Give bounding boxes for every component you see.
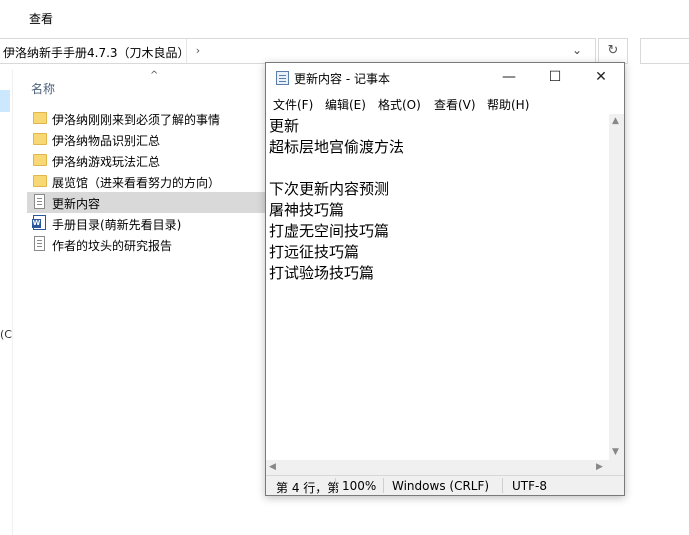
text-line: 打远征技巧篇: [269, 243, 360, 261]
file-name: 展览馆（进来看看努力的方向）: [52, 176, 221, 190]
folder-icon: [33, 112, 47, 124]
list-item[interactable]: 伊洛纳游戏玩法汇总: [27, 150, 270, 171]
text-line: 超标层地宫偷渡方法: [269, 138, 405, 156]
list-item[interactable]: 伊洛纳物品识别汇总: [27, 129, 270, 150]
notepad-window[interactable]: 更新内容 - 记事本 — ☐ ✕ 文件(F) 编辑(E) 格式(O) 查看(V)…: [265, 62, 625, 496]
menu-view[interactable]: 查看(V): [434, 96, 476, 113]
status-line-ending: Windows (CRLF): [392, 479, 490, 493]
text-line: 屠神技巧篇: [269, 201, 345, 219]
list-item-selected[interactable]: 更新内容: [27, 192, 270, 213]
ribbon-tab-view[interactable]: 查看: [29, 10, 53, 27]
navigation-pane[interactable]: (C: [0, 70, 13, 535]
maximize-button[interactable]: ☐: [532, 63, 578, 93]
sort-up-icon: ^: [150, 70, 159, 81]
file-name: 更新内容: [52, 197, 101, 211]
status-divider: [502, 478, 503, 493]
address-bar[interactable]: 伊洛纳新手手册4.7.3（刀木良品） › ⌄: [0, 38, 596, 64]
menu-file[interactable]: 文件(F): [273, 96, 313, 113]
list-item[interactable]: W 手册目录(萌新先看目录): [27, 213, 270, 234]
text-line: 打试验场技巧篇: [269, 264, 375, 282]
status-zoom: 100%: [342, 479, 377, 493]
address-path[interactable]: 伊洛纳新手手册4.7.3（刀木良品）: [3, 44, 190, 61]
text-line: 下次更新内容预测: [269, 180, 390, 198]
folder-icon: [33, 133, 47, 145]
folder-icon: [33, 154, 47, 166]
ribbon: 查看: [0, 0, 689, 34]
notepad-title-bar[interactable]: 更新内容 - 记事本 — ☐ ✕: [266, 63, 624, 93]
nav-selected-item[interactable]: [0, 90, 10, 112]
list-item[interactable]: 伊洛纳刚刚来到必须了解的事情: [27, 108, 270, 129]
menu-help[interactable]: 帮助(H): [487, 96, 529, 113]
status-bar: 第 4 行，第 100% Windows (CRLF) UTF-8: [266, 475, 624, 495]
refresh-button[interactable]: ↻: [598, 38, 628, 64]
search-input[interactable]: [640, 38, 689, 64]
chevron-down-icon[interactable]: ⌄: [572, 43, 582, 57]
menu-format[interactable]: 格式(O): [378, 96, 421, 113]
menu-bar: 文件(F) 编辑(E) 格式(O) 查看(V) 帮助(H): [266, 93, 624, 113]
file-name: 手册目录(萌新先看目录): [52, 218, 182, 232]
nav-item-fragment[interactable]: (C: [0, 328, 12, 341]
close-button[interactable]: ✕: [578, 63, 624, 93]
list-item[interactable]: 展览馆（进来看看努力的方向）: [27, 171, 270, 192]
text-file-icon: [34, 194, 45, 209]
notepad-icon: [276, 71, 289, 85]
file-name: 作者的坟头的研究报告: [52, 239, 173, 253]
text-line: 更新: [269, 117, 300, 135]
minimize-button[interactable]: —: [486, 63, 532, 93]
column-header-name[interactable]: 名称: [31, 80, 55, 97]
horizontal-scrollbar[interactable]: ◀ ▶: [266, 460, 609, 475]
status-divider: [383, 478, 384, 493]
chevron-right-icon[interactable]: ›: [186, 39, 209, 63]
file-name: 伊洛纳刚刚来到必须了解的事情: [52, 113, 221, 127]
status-encoding: UTF-8: [512, 479, 547, 493]
file-name: 伊洛纳物品识别汇总: [52, 134, 161, 148]
vertical-scrollbar[interactable]: ▲ ▼: [609, 114, 624, 460]
list-item[interactable]: 作者的坟头的研究报告: [27, 234, 270, 255]
text-line: 打虚无空间技巧篇: [269, 222, 390, 240]
window-title: 更新内容 - 记事本: [294, 72, 390, 86]
status-position: 第 4 行，第: [276, 481, 340, 495]
scrollbar-corner: [609, 460, 624, 475]
scroll-left-icon[interactable]: ◀: [269, 462, 276, 472]
scroll-right-icon[interactable]: ▶: [596, 462, 603, 472]
file-name: 伊洛纳游戏玩法汇总: [52, 155, 161, 169]
text-editor[interactable]: 更新 超标层地宫偷渡方法 下次更新内容预测 屠神技巧篇 打虚无空间技巧篇 打远征…: [266, 114, 609, 460]
menu-edit[interactable]: 编辑(E): [325, 96, 366, 113]
word-file-icon: W: [32, 215, 46, 230]
text-file-icon: [34, 236, 45, 251]
scroll-down-icon[interactable]: ▼: [612, 447, 619, 457]
scroll-up-icon[interactable]: ▲: [612, 116, 619, 126]
status-divider: [335, 478, 336, 493]
folder-icon: [33, 175, 47, 187]
